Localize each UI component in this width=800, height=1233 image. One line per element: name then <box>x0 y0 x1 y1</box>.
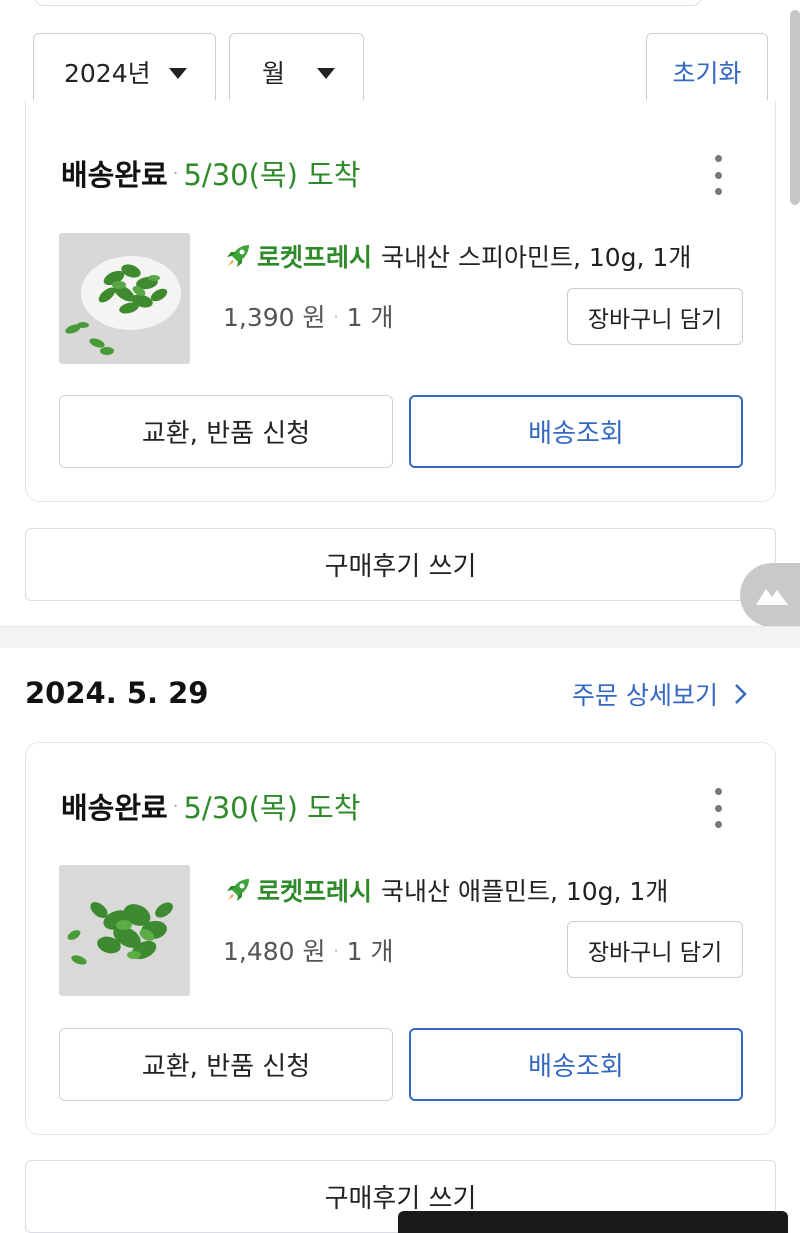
product-quantity: 1 개 <box>346 937 394 966</box>
delivery-status: 배송완료 · 5/30(목) 도착 <box>61 152 360 194</box>
delivery-status: 배송완료 · 5/30(목) 도착 <box>61 785 360 827</box>
separator-dot: · <box>333 940 339 960</box>
arrival-date: 5/30(목) 도착 <box>183 791 361 825</box>
product-price: 1,390 원 <box>223 303 326 332</box>
section-divider <box>0 626 800 648</box>
price-quantity: 1,480 원 · 1 개 <box>223 932 393 968</box>
more-vertical-icon[interactable] <box>713 788 723 828</box>
order-detail-link[interactable]: 주문 상세보기 <box>572 676 750 712</box>
product-price: 1,480 원 <box>223 937 326 966</box>
more-vertical-icon[interactable] <box>713 155 723 195</box>
rocket-fresh-label: 로켓프레시 <box>257 243 373 272</box>
track-delivery-button[interactable]: 배송조회 <box>409 1028 743 1101</box>
separator-dot: · <box>333 306 339 326</box>
reset-filter-button[interactable]: 초기화 <box>646 33 768 110</box>
track-delivery-button[interactable]: 배송조회 <box>409 395 743 468</box>
floating-action-button[interactable] <box>740 563 800 627</box>
add-to-cart-button[interactable]: 장바구니 담기 <box>567 921 743 978</box>
search-bar-edge <box>34 0 702 6</box>
order-detail-label: 주문 상세보기 <box>572 681 718 710</box>
caret-down-icon <box>317 68 335 79</box>
write-review-button[interactable]: 구매후기 쓰기 <box>25 528 776 601</box>
year-filter-dropdown[interactable]: 2024년 <box>33 33 216 110</box>
separator-dot: · <box>172 795 179 817</box>
product-title[interactable]: 로켓프레시 국내산 스피아민트, 10g, 1개 <box>223 238 691 274</box>
arrival-date: 5/30(목) 도착 <box>183 158 361 192</box>
caret-down-icon <box>169 68 187 79</box>
order-date: 2024. 5. 29 <box>25 676 209 710</box>
scrollbar-thumb[interactable] <box>790 10 800 205</box>
delivery-state: 배송완료 <box>61 158 168 192</box>
exchange-return-button[interactable]: 교환, 반품 신청 <box>59 1028 393 1101</box>
bottom-sheet-edge <box>398 1211 788 1233</box>
add-to-cart-button[interactable]: 장바구니 담기 <box>567 288 743 345</box>
exchange-return-button[interactable]: 교환, 반품 신청 <box>59 395 393 468</box>
chevron-right-icon <box>735 684 747 704</box>
product-thumbnail[interactable] <box>59 865 190 996</box>
product-name: 국내산 애플민트, 10g, 1개 <box>381 877 669 906</box>
month-filter-label: 월 <box>262 58 286 88</box>
year-filter-label: 2024년 <box>64 58 151 88</box>
order-item-card: 배송완료 · 5/30(목) 도착 <box>25 100 776 502</box>
separator-dot: · <box>172 162 179 184</box>
product-name: 국내산 스피아민트, 10g, 1개 <box>381 243 692 272</box>
product-quantity: 1 개 <box>346 303 394 332</box>
order-item-card: 배송완료 · 5/30(목) 도착 <box>25 742 776 1135</box>
product-thumbnail[interactable] <box>59 233 190 364</box>
month-filter-dropdown[interactable]: 월 <box>229 33 364 110</box>
mountain-icon <box>756 589 788 605</box>
rocket-icon <box>227 245 249 267</box>
product-title[interactable]: 로켓프레시 국내산 애플민트, 10g, 1개 <box>223 872 668 908</box>
price-quantity: 1,390 원 · 1 개 <box>223 298 393 334</box>
delivery-state: 배송완료 <box>61 791 168 825</box>
rocket-icon <box>227 879 249 901</box>
rocket-fresh-label: 로켓프레시 <box>257 877 373 906</box>
